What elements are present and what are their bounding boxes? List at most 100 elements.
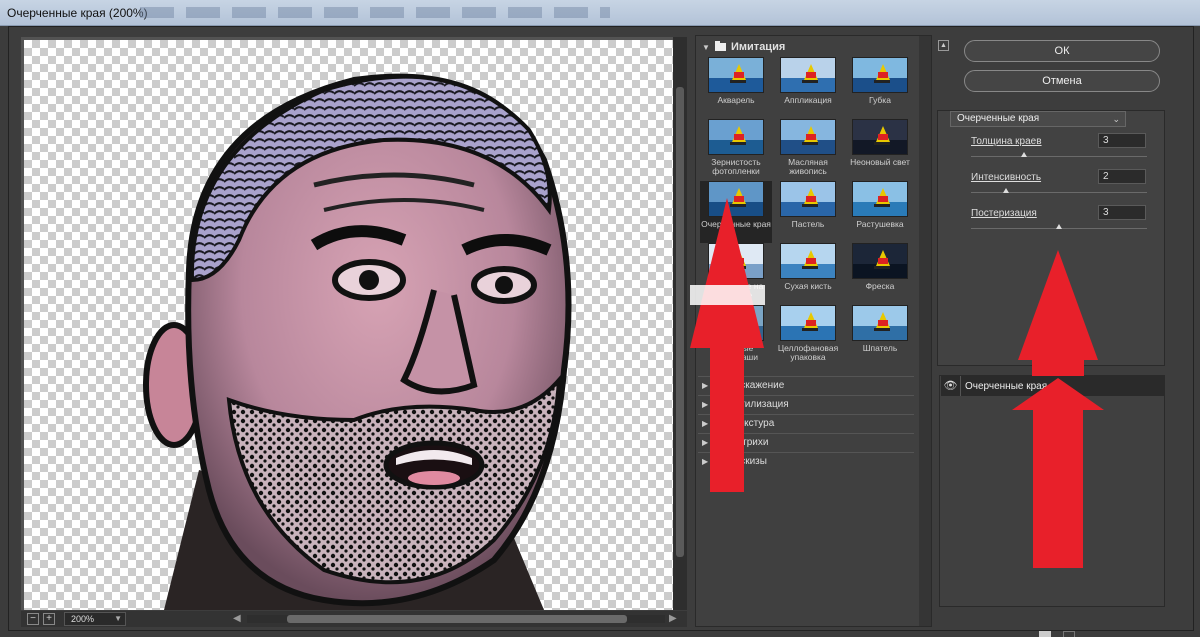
effect-layer-name: Очерченные края <box>965 380 1048 392</box>
slider-knob[interactable] <box>1056 224 1062 229</box>
filter-preview-image <box>852 181 908 217</box>
filter-thumbnail[interactable]: Неоновый свет <box>844 119 916 181</box>
collapsed-triangle-icon: ▶ <box>702 381 709 390</box>
filter-thumbnail[interactable]: Рисование на обороте <box>700 243 772 305</box>
filter-settings-panel: Очерченные края ⌄ Толщина краев 3 Интенс… <box>937 110 1165 366</box>
window-title: Очерченные края (200%) <box>7 6 148 20</box>
filter-thumbnail-label: Шпатель <box>862 343 898 353</box>
filter-preview-image <box>780 181 836 217</box>
folder-icon <box>716 436 727 447</box>
portrait-image <box>143 73 572 610</box>
category-row[interactable]: ▶ Штрихи <box>698 433 914 451</box>
preview-canvas[interactable] <box>24 40 677 610</box>
category-label: Искажение <box>733 380 785 391</box>
filter-thumbnail-label: Сухая кисть <box>784 281 832 291</box>
filter-thumbnail[interactable]: Акварель <box>700 57 772 119</box>
title-bar: Очерченные края (200%) <box>0 0 1200 26</box>
filter-thumbnail-label: Пастель <box>791 219 825 229</box>
filter-preview-image <box>708 57 764 93</box>
scroll-left-icon[interactable]: ◀ <box>233 613 241 624</box>
blurred-menu-bar <box>140 7 610 18</box>
filter-thumbnail-label: Цветные карандаши <box>713 343 759 362</box>
filter-thumbnail[interactable]: Целлофановая упаковка <box>772 305 844 367</box>
intensity-slider[interactable] <box>971 188 1147 193</box>
zoom-out-button[interactable]: − <box>27 613 39 625</box>
filter-thumbnail-label: Зернистость фотопленки <box>711 157 761 176</box>
scroll-right-icon[interactable]: ▶ <box>669 613 677 624</box>
category-row[interactable]: ▶ Текстура <box>698 414 914 432</box>
slider-knob[interactable] <box>1003 188 1010 193</box>
ok-button[interactable]: ОК <box>964 40 1160 62</box>
category-label: Стилизация <box>733 399 789 410</box>
filter-preview-image <box>780 305 836 341</box>
filter-thumbnail[interactable]: Цветные карандаши <box>700 305 772 367</box>
folder-icon <box>716 398 727 409</box>
gallery-scrollbar[interactable] <box>919 36 931 626</box>
preview-horizontal-scrollbar[interactable]: ◀ ▶ <box>231 613 681 625</box>
category-label: Имитация <box>731 41 786 53</box>
filter-thumbnail-label: Акварель <box>717 95 755 105</box>
preview-panel[interactable] <box>21 37 681 610</box>
category-label: Текстура <box>733 418 775 429</box>
filter-thumbnail[interactable]: Губка <box>844 57 916 119</box>
new-effect-layer-icon[interactable] <box>1039 631 1051 637</box>
filter-thumbnail-label: Фреска <box>865 281 895 291</box>
posterization-input[interactable]: 3 <box>1098 205 1146 220</box>
trash-icon[interactable] <box>1063 631 1075 637</box>
preview-zoom-bar: − + 200% ▼ ◀ ▶ <box>21 611 687 627</box>
scroll-thumb[interactable] <box>676 87 684 557</box>
zoom-level-value: 200% <box>71 614 95 624</box>
filter-thumbnail[interactable]: Шпатель <box>844 305 916 367</box>
folder-icon <box>716 455 727 466</box>
filter-thumbnail-label: Рисование на обороте <box>708 281 764 300</box>
eye-icon[interactable]: 👁 <box>941 376 961 396</box>
edge-thickness-input[interactable]: 3 <box>1098 133 1146 148</box>
filter-thumbnail[interactable]: Масляная живопись <box>772 119 844 181</box>
collapsed-triangle-icon: ▶ <box>702 457 709 466</box>
intensity-input[interactable]: 2 <box>1098 169 1146 184</box>
filter-gallery-dialog: − + 200% ▼ ◀ ▶ ▼ Имитация Акварель Апплика… <box>8 26 1194 637</box>
filter-thumbnail-label: Масляная живопись <box>788 157 828 176</box>
filter-select[interactable]: Очерченные края ⌄ <box>950 111 1126 127</box>
filter-thumbnail[interactable]: Пастель <box>772 181 844 243</box>
collapse-gallery-button[interactable]: ▲ <box>938 40 949 51</box>
zoom-in-button[interactable]: + <box>43 613 55 625</box>
filter-thumbnail[interactable]: Фреска <box>844 243 916 305</box>
filter-thumbnail-label: Неоновый свет <box>850 157 910 167</box>
chevron-down-icon: ▼ <box>114 614 122 623</box>
category-row[interactable]: ▶ Искажение <box>698 376 914 394</box>
filter-thumbnail[interactable]: Очерченные края <box>700 181 772 243</box>
category-label: Эскизы <box>733 456 767 467</box>
slider-knob[interactable] <box>1020 152 1027 157</box>
preview-vertical-scrollbar[interactable] <box>673 37 687 610</box>
edge-thickness-slider[interactable] <box>971 152 1147 157</box>
category-row[interactable]: ▶ Эскизы <box>698 452 914 470</box>
effect-layer-row[interactable]: 👁 Очерченные края <box>941 376 1165 396</box>
filter-thumbnail-label: Губка <box>869 95 891 105</box>
filter-thumbnail[interactable]: Растушевка <box>844 181 916 243</box>
collapsed-triangle-icon: ▶ <box>702 438 709 447</box>
edge-thickness-label: Толщина краев <box>971 136 1042 147</box>
filter-thumbnail[interactable]: Сухая кисть <box>772 243 844 305</box>
filter-select-value: Очерченные края <box>957 113 1040 124</box>
filter-preview-image <box>780 243 836 279</box>
filter-thumbnail-label: Целлофановая упаковка <box>777 343 839 362</box>
filter-preview-image <box>708 305 764 341</box>
filter-gallery-panel: ▼ Имитация Акварель Аппликация Губка Зернис… <box>695 35 932 627</box>
category-row[interactable]: ▶ Стилизация <box>698 395 914 413</box>
filter-thumbnail-label: Растушевка <box>856 219 904 229</box>
filter-preview-image <box>708 243 764 279</box>
category-label: Штрихи <box>733 437 769 448</box>
cancel-button[interactable]: Отмена <box>964 70 1160 92</box>
filter-thumbnail[interactable]: Зернистость фотопленки <box>700 119 772 181</box>
expanded-triangle-icon: ▼ <box>702 42 710 52</box>
scroll-track[interactable] <box>247 615 665 623</box>
posterization-slider[interactable] <box>971 224 1147 229</box>
scroll-thumb[interactable] <box>287 615 627 623</box>
zoom-level-select[interactable]: 200% ▼ <box>64 612 126 626</box>
filter-preview-image <box>780 57 836 93</box>
filter-thumbnail[interactable]: Аппликация <box>772 57 844 119</box>
category-header-imitation[interactable]: ▼ Имитация <box>702 41 785 53</box>
filter-thumbnail-label: Аппликация <box>784 95 832 105</box>
filter-thumbnail-label: Очерченные края <box>701 219 771 229</box>
